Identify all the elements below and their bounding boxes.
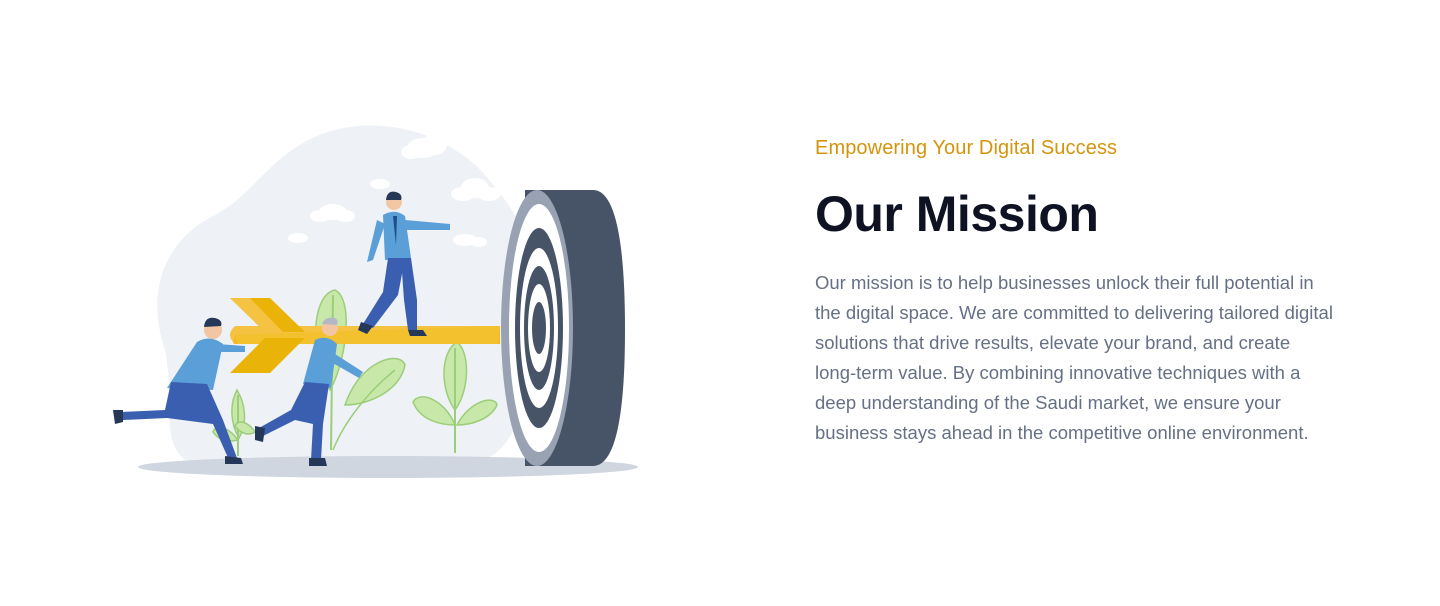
section-title: Our Mission — [815, 186, 1099, 242]
target — [501, 190, 625, 466]
mission-section: Empowering Your Digital Success Our Miss… — [0, 0, 1440, 606]
dart-target-team-illustration — [105, 120, 645, 490]
section-eyebrow: Empowering Your Digital Success — [815, 137, 1118, 159]
mission-description: Our mission is to help businesses unlock… — [815, 272, 1333, 443]
mission-text-block: Empowering Your Digital Success Our Miss… — [815, 134, 1335, 448]
